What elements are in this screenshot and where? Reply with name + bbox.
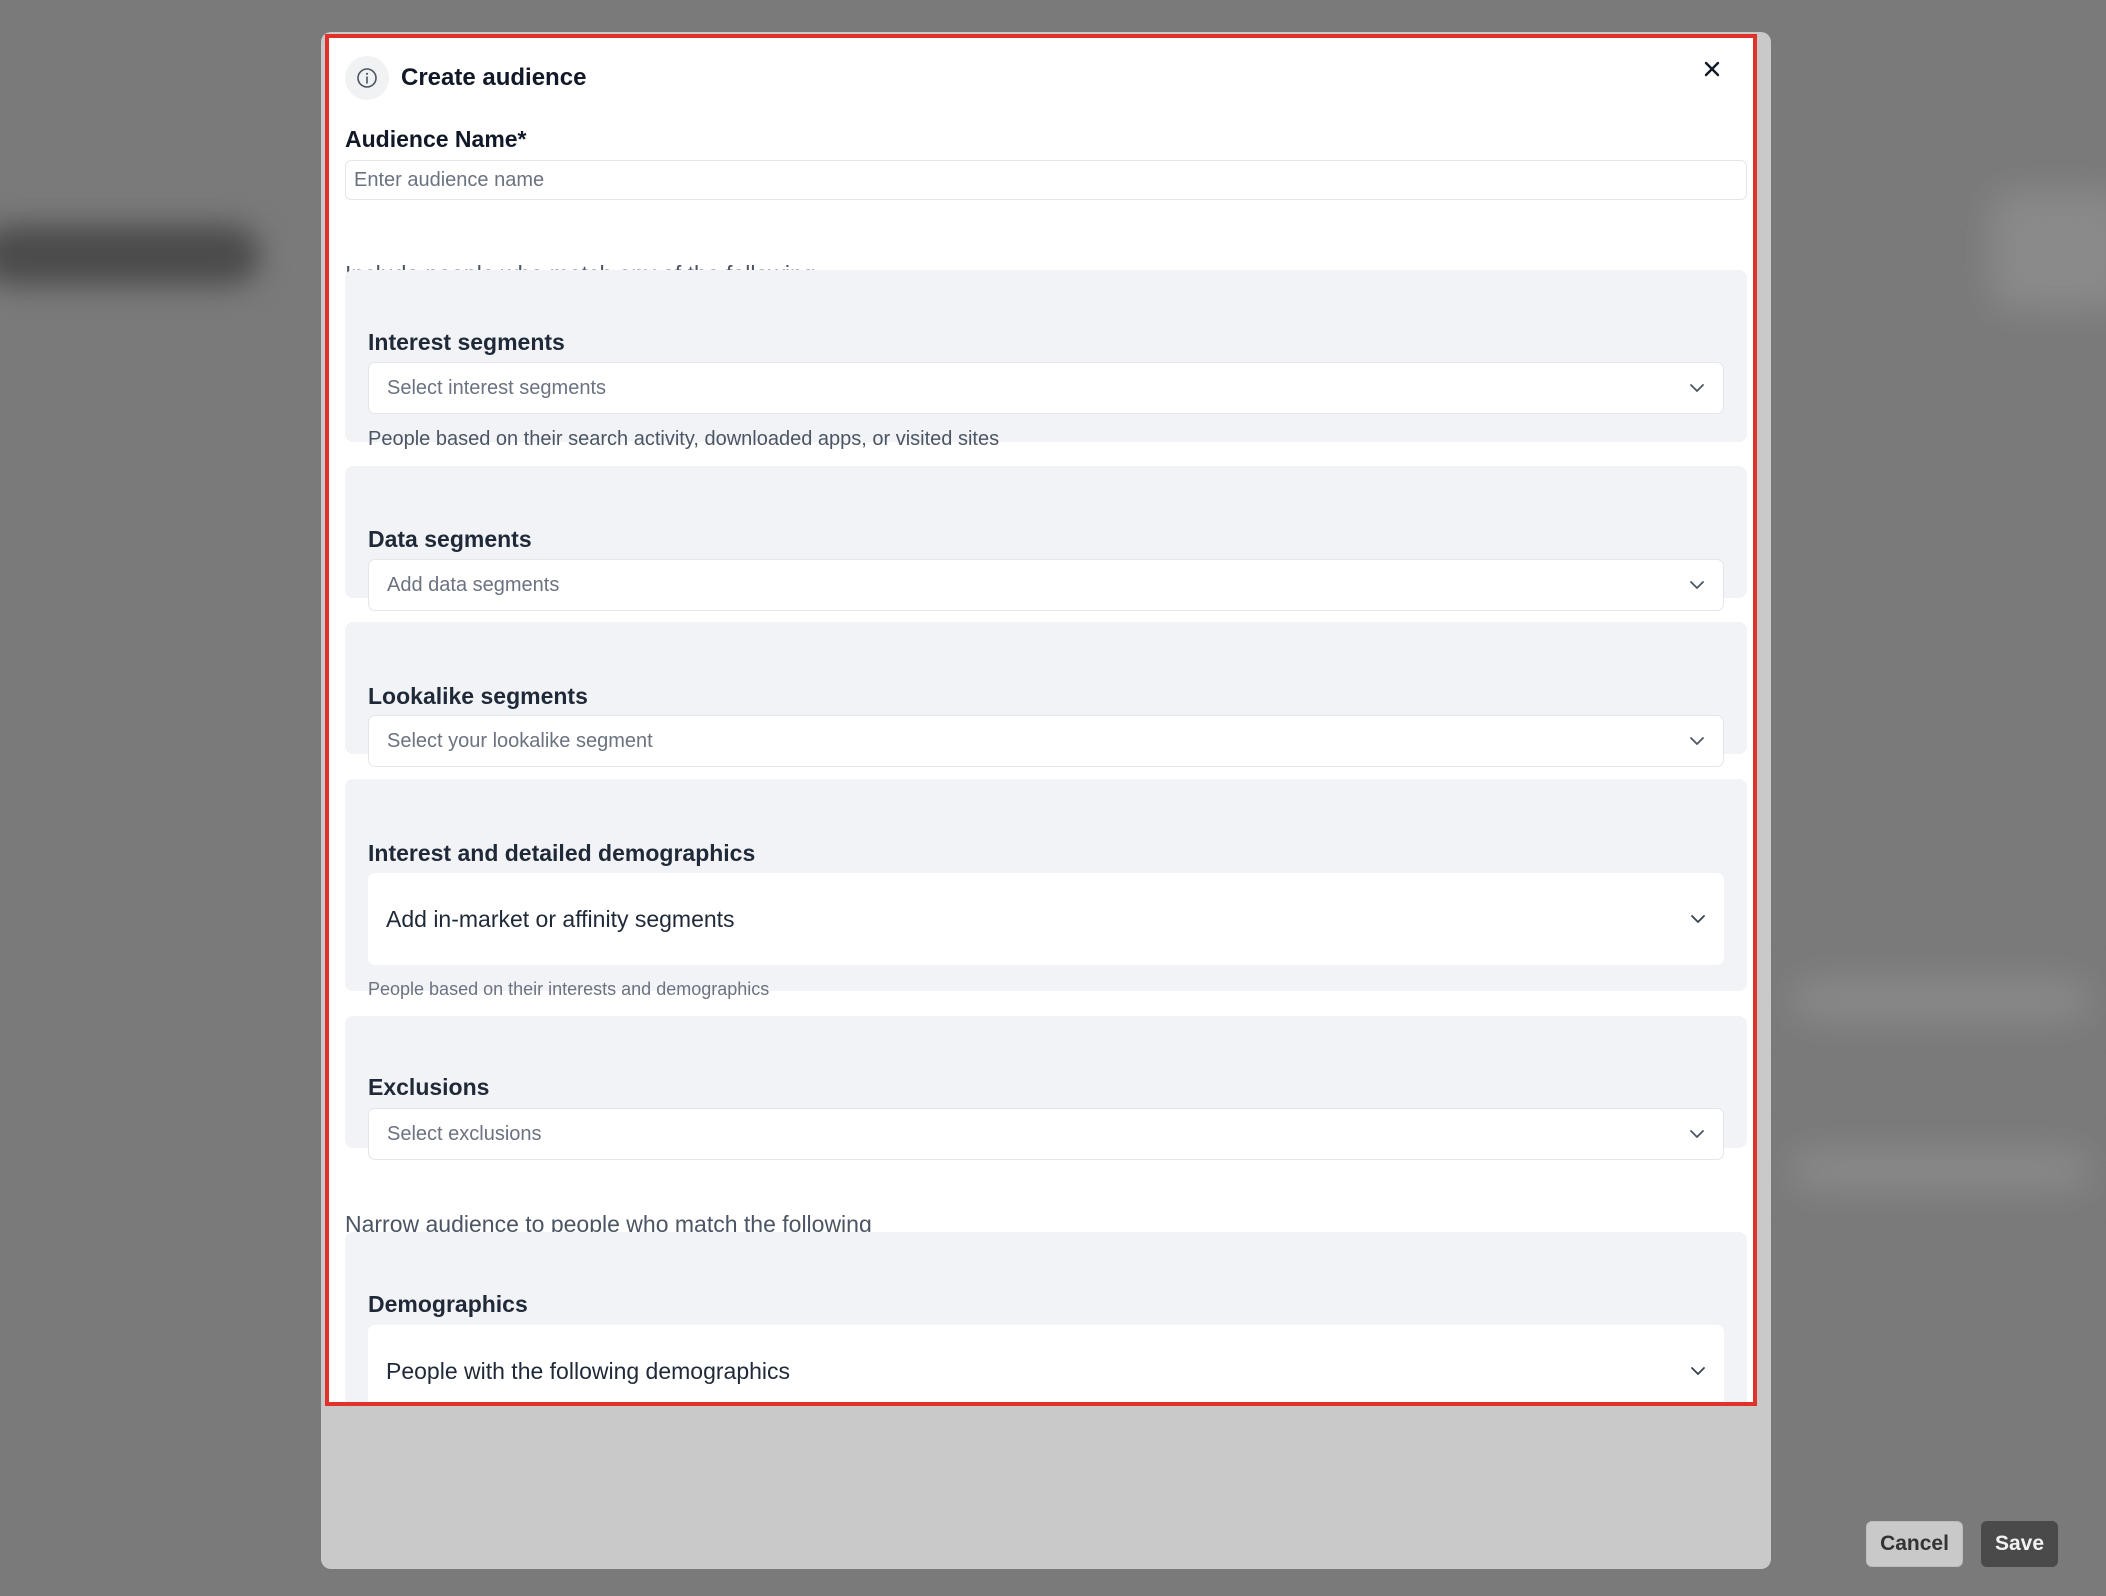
data-segments-placeholder: Add data segments bbox=[387, 573, 560, 596]
modal-title: Create audience bbox=[401, 64, 587, 91]
interest-segments-help: People based on their search activity, d… bbox=[368, 428, 1000, 450]
data-segments-title: Data segments bbox=[368, 526, 532, 552]
close-icon[interactable] bbox=[1697, 54, 1727, 84]
exclusions-select[interactable]: Select exclusions bbox=[368, 1108, 1724, 1160]
interest-segments-card: Interest segments Select interest segmen… bbox=[345, 270, 1747, 450]
exclusions-card: Exclusions Select exclusions bbox=[345, 1016, 1747, 1160]
lookalike-segments-card: Lookalike segments Select your lookalike… bbox=[345, 622, 1747, 767]
audience-name-label: Audience Name* bbox=[345, 126, 527, 152]
interest-segments-title: Interest segments bbox=[368, 329, 565, 355]
chevron-down-icon bbox=[1689, 577, 1705, 593]
demographics-title: Demographics bbox=[368, 1291, 528, 1317]
demographics-card: Demographics People with the following d… bbox=[345, 1232, 1747, 1402]
data-segments-card: Data segments Add data segments bbox=[345, 466, 1747, 611]
lookalike-segments-select[interactable]: Select your lookalike segment bbox=[368, 715, 1724, 767]
interest-segments-select[interactable]: Select interest segments bbox=[368, 362, 1724, 414]
interest-demographics-label: Add in-market or affinity segments bbox=[386, 905, 735, 932]
exclusions-title: Exclusions bbox=[368, 1074, 490, 1100]
interest-segments-placeholder: Select interest segments bbox=[387, 376, 606, 399]
lookalike-segments-placeholder: Select your lookalike segment bbox=[387, 729, 653, 752]
background-blur bbox=[0, 225, 260, 285]
chevron-down-icon bbox=[1689, 1126, 1705, 1142]
interest-demographics-title: Interest and detailed demographics bbox=[368, 840, 756, 866]
info-icon bbox=[345, 56, 389, 100]
modal-header: Create audience bbox=[345, 56, 586, 100]
interest-demographics-card: Interest and detailed demographics Add i… bbox=[345, 779, 1747, 999]
background-blur bbox=[1990, 190, 2106, 310]
audience-form-panel: Create audience Audience Name* Include p… bbox=[325, 34, 1753, 1402]
exclusions-placeholder: Select exclusions bbox=[387, 1122, 542, 1145]
background-blur bbox=[1790, 1150, 2090, 1190]
background-blur bbox=[1790, 980, 2090, 1020]
chevron-down-icon bbox=[1689, 380, 1705, 396]
chevron-down-icon bbox=[1689, 733, 1705, 749]
save-button[interactable]: Save bbox=[1981, 1521, 2058, 1567]
cancel-button[interactable]: Cancel bbox=[1866, 1521, 1963, 1567]
demographics-label: People with the following demographics bbox=[386, 1357, 791, 1384]
interest-demographics-help: People based on their interests and demo… bbox=[368, 979, 770, 999]
chevron-down-icon bbox=[1690, 911, 1706, 927]
data-segments-select[interactable]: Add data segments bbox=[368, 559, 1724, 611]
lookalike-segments-title: Lookalike segments bbox=[368, 683, 588, 709]
chevron-down-icon bbox=[1690, 1363, 1706, 1379]
interest-demographics-dropdown[interactable]: Add in-market or affinity segments bbox=[368, 873, 1724, 965]
audience-name-input[interactable] bbox=[345, 160, 1747, 200]
demographics-dropdown[interactable]: People with the following demographics bbox=[368, 1325, 1724, 1402]
